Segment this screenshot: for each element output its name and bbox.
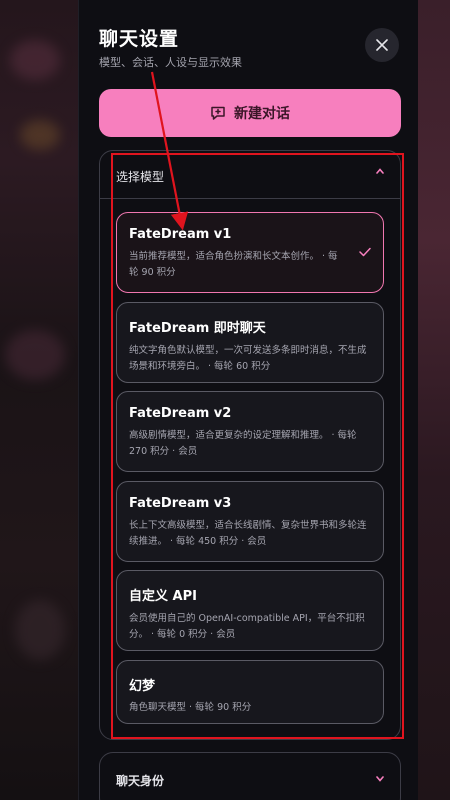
annotation-arrow — [150, 71, 189, 231]
